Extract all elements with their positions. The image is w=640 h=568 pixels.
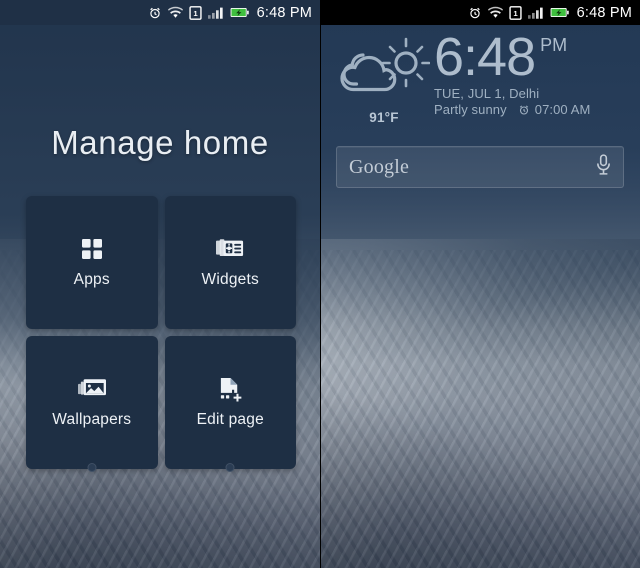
clock-meridiem: PM	[540, 35, 568, 55]
svg-text:1: 1	[193, 9, 198, 18]
tile-edit-page[interactable]: Edit page	[164, 336, 296, 472]
weather-clock-widget[interactable]: 91°F 6:48 PM TUE, JUL 1, Delhi Partly su…	[338, 27, 630, 125]
alarm-icon	[518, 104, 530, 116]
status-bar-left: 1 6:48 PM	[0, 0, 320, 25]
signal-icon	[207, 6, 224, 19]
apps-grid-icon	[77, 236, 107, 262]
microphone-icon[interactable]	[596, 154, 611, 180]
widgets-cards-icon	[215, 236, 245, 262]
manage-home-screen: 1 6:48 PM Manage home Apps Widgets Wallp…	[0, 0, 320, 568]
tile-widgets-label: Widgets	[201, 271, 259, 288]
signal-icon	[527, 6, 544, 19]
tile-handle	[225, 463, 235, 472]
tile-widgets[interactable]: Widgets	[164, 196, 296, 329]
status-bar-clock-left: 6:48 PM	[256, 4, 312, 21]
tile-handle	[87, 463, 97, 472]
weather-condition: Partly sunny	[434, 102, 507, 118]
wallpaper-image-icon	[77, 376, 107, 402]
tile-apps-label: Apps	[73, 271, 110, 288]
partly-cloudy-icon: 91°F	[338, 36, 431, 125]
page-title: Manage home	[51, 124, 269, 161]
status-bar-right: 1 6:48 PM	[320, 0, 640, 25]
tile-wallpapers[interactable]: Wallpapers	[26, 336, 158, 472]
dual-screenshot: 1 6:48 PM Manage home Apps Widgets Wallp…	[0, 0, 640, 568]
alarm-icon	[148, 6, 162, 20]
tile-wallpapers-label: Wallpapers	[52, 411, 132, 428]
tile-edit-page-label: Edit page	[196, 411, 264, 428]
panel-divider	[320, 0, 321, 568]
alarm-time: 07:00 AM	[534, 102, 591, 118]
edit-page-icon	[215, 376, 245, 402]
wifi-icon	[487, 6, 503, 19]
alarm-icon	[468, 6, 482, 20]
google-logo: Google	[349, 155, 410, 178]
weather-date-location: TUE, JUL 1, Delhi	[434, 86, 540, 102]
sim-1-icon: 1	[508, 5, 522, 20]
status-bar-clock-right: 6:48 PM	[576, 4, 632, 21]
tile-apps[interactable]: Apps	[26, 196, 158, 329]
google-search-bar[interactable]: Google	[336, 146, 624, 188]
clock-block: 6:48 PM TUE, JUL 1, Delhi Partly sunny 0…	[434, 27, 590, 117]
sim-1-icon: 1	[188, 5, 202, 20]
home-screen: 1 6:48 PM 91°F 6:48 PM TUE, JUL 1, Delhi…	[320, 0, 640, 568]
wifi-icon	[167, 6, 183, 19]
battery-charging-icon	[230, 6, 249, 19]
battery-charging-icon	[550, 6, 569, 19]
svg-text:1: 1	[513, 9, 518, 18]
weather-temperature: 91°F	[369, 110, 399, 125]
weather-condition-row: Partly sunny 07:00 AM	[434, 102, 590, 117]
clock-time: 6:48	[434, 27, 536, 87]
manage-home-tiles: Apps Widgets Wallpapers Edit page	[26, 196, 296, 472]
